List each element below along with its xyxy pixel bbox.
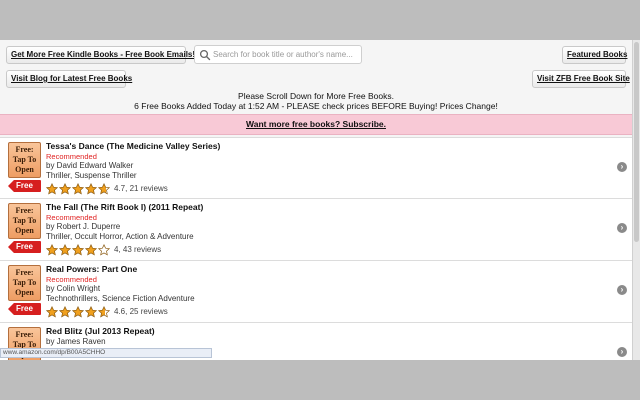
book-title[interactable]: Red Blitz (Jul 2013 Repeat) [46, 326, 602, 337]
free-tap-to-open-tag[interactable]: Free: Tap To Open [8, 265, 41, 301]
book-info: Tessa's Dance (The Medicine Valley Serie… [46, 141, 602, 195]
free-tap-to-open-tag[interactable]: Free: Tap To Open [8, 142, 41, 178]
book-item[interactable]: Free: Tap To Open Free The Fall (The Rif… [0, 199, 632, 261]
book-title[interactable]: Real Powers: Part One [46, 264, 602, 275]
book-author: by Colin Wright [46, 284, 101, 293]
book-genre: Technothrillers, Science Fiction Adventu… [46, 294, 195, 303]
chevron-right-icon[interactable]: › [617, 223, 627, 233]
scrollbar[interactable] [632, 40, 640, 360]
chevron-right-icon[interactable]: › [617, 285, 627, 295]
star-icon [59, 305, 71, 317]
recommended-label: Recommended [46, 152, 97, 161]
rating-text: 4.7, 21 reviews [114, 184, 168, 193]
search-box[interactable] [194, 45, 362, 64]
book-info: The Fall (The Rift Book I) (2011 Repeat)… [46, 202, 602, 256]
star-icon [85, 305, 97, 317]
star-icon [59, 182, 71, 194]
visit-zfb-button[interactable]: Visit ZFB Free Book Site [532, 70, 630, 88]
books-added-notice: 6 Free Books Added Today at 1:52 AM - PL… [134, 101, 498, 111]
star-icon [72, 305, 84, 317]
star-icon [98, 243, 110, 255]
book-item[interactable]: Free: Tap To Open Free Tessa's Dance (Th… [0, 137, 632, 199]
star-icon [72, 243, 84, 255]
star-icon [98, 182, 110, 194]
book-item[interactable]: Free: Tap To Open Free Real Powers: Part… [0, 261, 632, 323]
book-rating: 4, 43 reviews [46, 243, 602, 256]
book-rating: 4.7, 21 reviews [46, 182, 602, 195]
subscribe-link[interactable]: Want more free books? Subscribe. [246, 119, 386, 129]
featured-books-button[interactable]: Featured Books [562, 46, 627, 64]
book-author: by James Raven [46, 337, 106, 346]
book-genre: Thriller, Suspense Thriller [46, 171, 137, 180]
star-rating [46, 182, 110, 195]
search-icon [199, 49, 211, 61]
visit-blog-button[interactable]: Visit Blog for Latest Free Books [6, 70, 132, 88]
recommended-label: Recommended [46, 213, 97, 222]
star-rating [46, 243, 110, 256]
book-title[interactable]: The Fall (The Rift Book I) (2011 Repeat) [46, 202, 602, 213]
scrollbar-thumb[interactable] [634, 42, 639, 242]
book-author: by Robert J. Duperre [46, 222, 121, 231]
star-rating [46, 305, 110, 318]
star-icon [98, 305, 110, 317]
search-input[interactable] [213, 47, 359, 62]
status-bar-url: www.amazon.com/dp/B00A5CHHO [0, 348, 212, 358]
book-rating: 4.6, 25 reviews [46, 305, 602, 318]
star-icon [59, 243, 71, 255]
rating-text: 4.6, 25 reviews [114, 307, 168, 316]
free-badge: Free [8, 180, 41, 192]
star-icon [85, 182, 97, 194]
star-icon [85, 243, 97, 255]
book-list: Free: Tap To Open Free Tessa's Dance (Th… [0, 137, 632, 360]
star-icon [46, 243, 58, 255]
free-badge: Free [8, 303, 41, 315]
book-title[interactable]: Tessa's Dance (The Medicine Valley Serie… [46, 141, 602, 152]
free-tap-to-open-tag[interactable]: Free: Tap To Open [8, 203, 41, 239]
free-kindle-emails-button[interactable]: Get More Free Kindle Books - Free Book E… [6, 46, 195, 64]
chevron-right-icon[interactable]: › [617, 347, 627, 357]
header: Get More Free Kindle Books - Free Book E… [0, 40, 632, 148]
book-genre: Thriller, Occult Horror, Action & Advent… [46, 232, 194, 241]
chevron-right-icon[interactable]: › [617, 162, 627, 172]
book-info: Real Powers: Part One Recommended by Col… [46, 264, 602, 318]
scroll-notice: Please Scroll Down for More Free Books. [238, 91, 394, 101]
subscribe-bar: Want more free books? Subscribe. [0, 114, 632, 135]
rating-text: 4, 43 reviews [114, 245, 162, 254]
window-bottom-strip [0, 360, 640, 400]
free-badge: Free [8, 241, 41, 253]
star-icon [46, 305, 58, 317]
star-icon [72, 182, 84, 194]
recommended-label: Recommended [46, 275, 97, 284]
star-icon [46, 182, 58, 194]
book-author: by David Edward Walker [46, 161, 134, 170]
page-viewport: Get More Free Kindle Books - Free Book E… [0, 40, 632, 360]
